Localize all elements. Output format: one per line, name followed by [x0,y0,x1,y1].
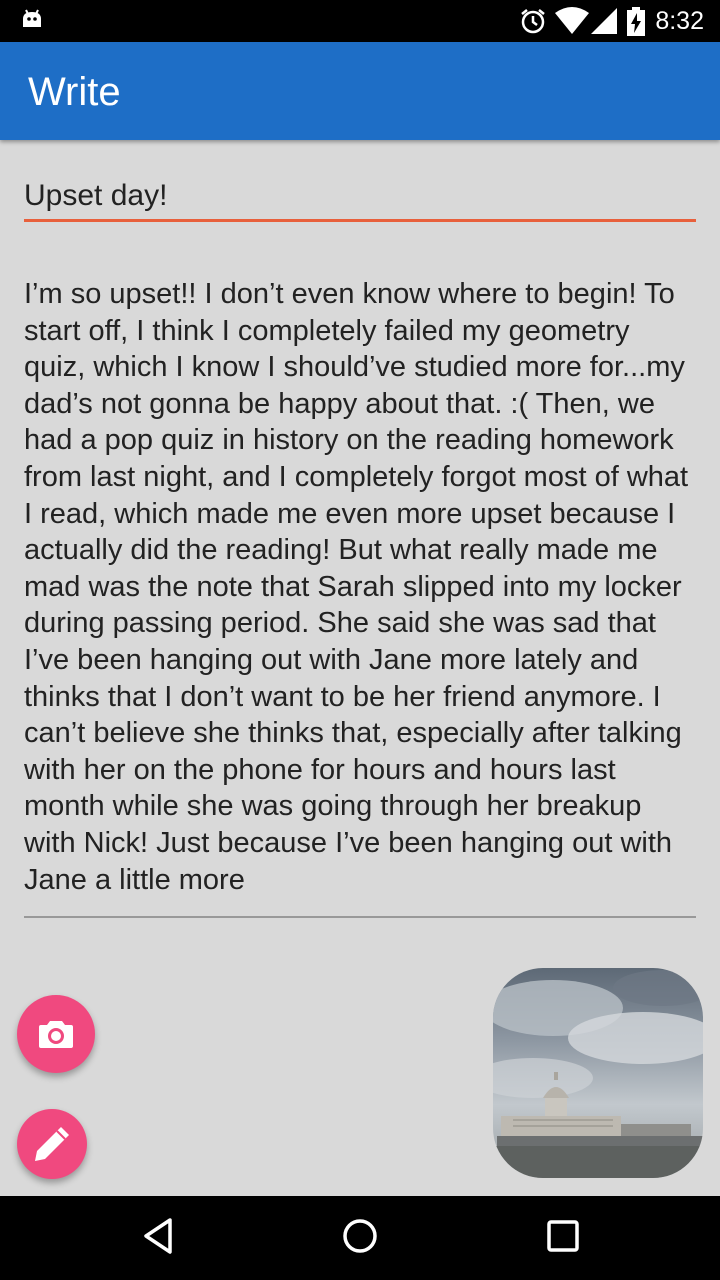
app-bar: Write [0,42,720,140]
pencil-icon [31,1123,73,1170]
attached-photo-thumbnail[interactable] [493,968,703,1178]
capitol-building-photo [493,968,703,1178]
navigation-bar [0,1196,720,1280]
camera-icon [37,1015,75,1058]
alarm-icon [519,7,547,40]
draw-button[interactable] [17,1109,87,1179]
entry-title-input[interactable] [24,172,696,222]
page-title: Write [28,70,121,114]
camera-button[interactable] [17,995,95,1073]
back-icon[interactable] [140,1214,176,1263]
recents-icon[interactable] [544,1214,582,1263]
wifi-icon [555,7,589,40]
entry-body-field[interactable]: I’m so upset!! I don’t even know where t… [24,276,696,918]
android-notification-icon [20,7,44,36]
cellular-signal-icon [591,7,617,40]
home-icon[interactable] [340,1214,380,1263]
status-time: 8:32 [655,7,704,35]
status-bar: 8:32 [0,0,720,42]
entry-body-text[interactable]: I’m so upset!! I don’t even know where t… [24,276,696,898]
battery-charging-icon [626,7,646,42]
